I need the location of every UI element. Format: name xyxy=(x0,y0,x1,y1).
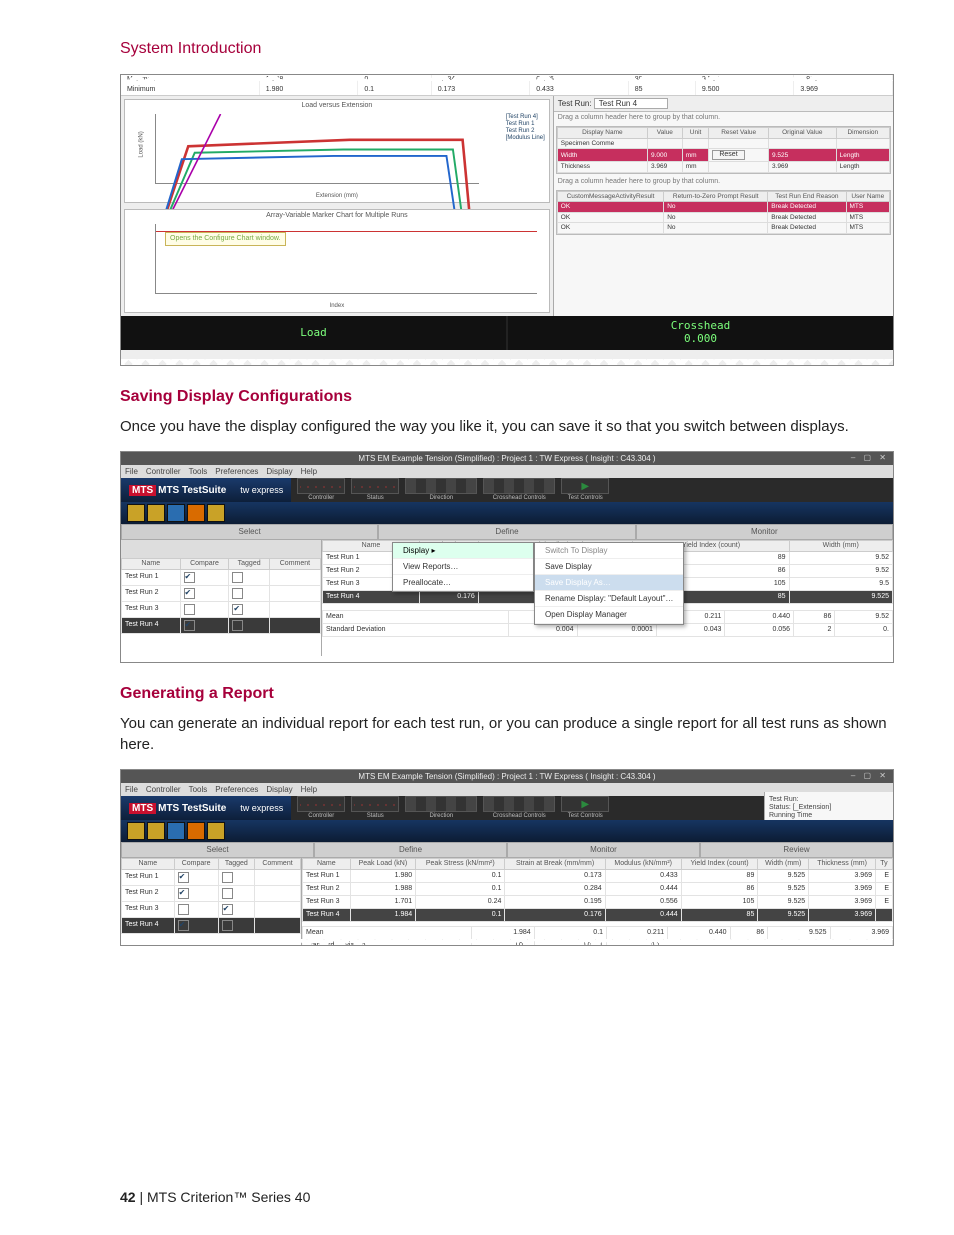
section-title: System Introduction xyxy=(120,40,894,58)
menu-save-display[interactable]: Save Display xyxy=(535,559,683,575)
run-row[interactable]: Test Run 1 xyxy=(122,569,321,585)
data-row[interactable]: Test Run 31.7010.240.1950.5561059.5253.9… xyxy=(303,895,893,908)
screenshot-configure-chart: Maximum1.9880.10.2840.476899.5253.969 Mi… xyxy=(120,74,894,366)
page-footer: 42 | MTS Criterion™ Series 40 xyxy=(120,1189,310,1205)
tagged-checkbox[interactable] xyxy=(222,904,233,915)
menu-view-reports[interactable]: View Reports… xyxy=(393,559,533,575)
menu-rename-display[interactable]: Rename Display: "Default Layout"… xyxy=(535,591,683,607)
group-hint: Drag a column header here to group by th… xyxy=(554,112,893,124)
toolbar-icon[interactable] xyxy=(187,504,205,522)
toolbar[interactable] xyxy=(121,502,893,524)
window-buttons[interactable]: – ▢ ✕ xyxy=(851,453,889,462)
summary-row: Standard Deviation0.0040.00010.0430.0562… xyxy=(323,623,893,636)
display-submenu[interactable]: Switch To Display Save Display Save Disp… xyxy=(534,542,684,625)
compare-checkbox[interactable] xyxy=(178,904,189,915)
brand-logo: MTSMTS TestSuitetw express xyxy=(121,803,291,815)
y-axis-label: Load (kN) xyxy=(139,131,146,157)
compare-checkbox[interactable] xyxy=(178,872,189,883)
interlock-indicator xyxy=(297,478,345,494)
run-row[interactable]: Test Run 3 xyxy=(122,601,321,617)
compare-checkbox[interactable] xyxy=(184,604,195,615)
tagged-checkbox[interactable] xyxy=(222,872,233,883)
tagged-checkbox[interactable] xyxy=(222,920,233,931)
toolbar-icon[interactable] xyxy=(207,504,225,522)
test-controls[interactable] xyxy=(561,478,609,494)
toolbar[interactable] xyxy=(121,820,893,842)
run-list-pane[interactable]: NameCompareTaggedCommentTest Run 1Test R… xyxy=(121,858,302,945)
tagged-checkbox[interactable] xyxy=(232,572,243,583)
run-row[interactable]: Test Run 4 xyxy=(122,917,301,933)
tab-bar[interactable]: Select Define Monitor Review xyxy=(121,842,893,857)
results-grid[interactable]: CustomMessageActivityResultReturn-to-Zer… xyxy=(556,190,891,235)
data-pane[interactable]: NamePeak Load (kN)Peak Stress (kN/mm²)St… xyxy=(302,858,893,945)
summary-row: Standard Deviation0.0040.00010.15 xyxy=(303,939,893,946)
menu-preallocate[interactable]: Preallocate… xyxy=(393,575,533,591)
tab-select[interactable]: Select xyxy=(121,524,378,539)
window-title: MTS EM Example Tension (Simplified) : Pr… xyxy=(121,452,893,465)
summary-row: Mean1.9840.10.2110.440869.5253.969 xyxy=(303,926,893,939)
menu-save-display-as[interactable]: Save Display As… xyxy=(535,575,683,591)
screenshot-generate-report: MTS EM Example Tension (Simplified) : Pr… xyxy=(120,769,894,946)
reset-button[interactable]: Reset xyxy=(712,150,744,160)
run-row[interactable]: Test Run 2 xyxy=(122,885,301,901)
test-run-dropdown[interactable]: Test Run 4 xyxy=(594,98,668,109)
summary-table-top: Maximum1.9880.10.2840.476899.5253.969 Mi… xyxy=(121,75,893,95)
run-row[interactable]: Test Run 4 xyxy=(122,617,321,633)
data-row[interactable]: Test Run 21.9880.10.2840.444869.5253.969… xyxy=(303,882,893,895)
x-axis-label: Extension (mm) xyxy=(316,193,358,200)
status-bar: Load Crosshead0.000 xyxy=(121,316,893,350)
context-menu[interactable]: Display ▸ View Reports… Preallocate… xyxy=(392,542,534,593)
chart-array-variable-marker[interactable]: Array-Variable Marker Chart for Multiple… xyxy=(124,209,550,313)
window-buttons[interactable]: – ▢ ✕ xyxy=(851,771,889,780)
menu-open-display-manager[interactable]: Open Display Manager xyxy=(535,607,683,623)
toolbar-icon[interactable] xyxy=(147,504,165,522)
run-row[interactable]: Test Run 3 xyxy=(122,901,301,917)
chart-load-vs-extension[interactable]: Load versus Extension Load (kN) [Test Ru… xyxy=(124,99,550,203)
data-pane[interactable]: Name(mm)Modulus (kN/mm²)Yield Index (cou… xyxy=(322,540,893,662)
brand-logo: MTSMTS TestSuitetw express xyxy=(121,485,291,497)
tagged-checkbox[interactable] xyxy=(222,888,233,899)
run-row[interactable]: Test Run 1 xyxy=(122,869,301,885)
paragraph-saving: Once you have the display configured the… xyxy=(120,416,894,437)
chart-legend: [Test Run 4] Test Run 1 Test Run 2 [Modu… xyxy=(506,114,545,142)
run-list-pane[interactable]: NameCompareTaggedCommentTest Run 1Test R… xyxy=(121,540,322,662)
data-row[interactable]: Test Run 11.9800.10.1730.433899.5253.969… xyxy=(303,869,893,882)
status-indicator xyxy=(351,478,399,494)
compare-checkbox[interactable] xyxy=(178,920,189,931)
menu-bar[interactable]: FileControllerToolsPreferencesDisplayHel… xyxy=(121,465,893,478)
direction-control[interactable] xyxy=(405,478,477,494)
tagged-checkbox[interactable] xyxy=(232,604,243,615)
window-title: MTS EM Example Tension (Simplified) : Pr… xyxy=(121,770,893,783)
screenshot-save-display: MTS EM Example Tension (Simplified) : Pr… xyxy=(120,451,894,663)
run-row[interactable]: Test Run 2 xyxy=(122,585,321,601)
tab-monitor[interactable]: Monitor xyxy=(636,524,893,539)
crosshead-controls[interactable] xyxy=(483,478,555,494)
specimen-grid[interactable]: Display NameValueUnitReset ValueOriginal… xyxy=(556,126,891,173)
tab-define[interactable]: Define xyxy=(378,524,635,539)
data-row[interactable]: Test Run 41.9840.10.1760.444859.5253.969 xyxy=(303,908,893,921)
compare-checkbox[interactable] xyxy=(184,620,195,631)
compare-checkbox[interactable] xyxy=(184,572,195,583)
tagged-checkbox[interactable] xyxy=(232,588,243,599)
paragraph-report: You can generate an individual report fo… xyxy=(120,713,894,755)
menu-display[interactable]: Display ▸ xyxy=(393,543,533,559)
compare-checkbox[interactable] xyxy=(184,588,195,599)
toolbar-icon[interactable] xyxy=(167,504,185,522)
compare-checkbox[interactable] xyxy=(178,888,189,899)
tab-bar[interactable]: Select Define Monitor xyxy=(121,524,893,539)
test-run-label: Test Run: xyxy=(558,99,592,108)
heading-saving: Saving Display Configurations xyxy=(120,388,894,406)
toolbar-icon[interactable] xyxy=(127,504,145,522)
heading-report: Generating a Report xyxy=(120,685,894,703)
tagged-checkbox[interactable] xyxy=(232,620,243,631)
